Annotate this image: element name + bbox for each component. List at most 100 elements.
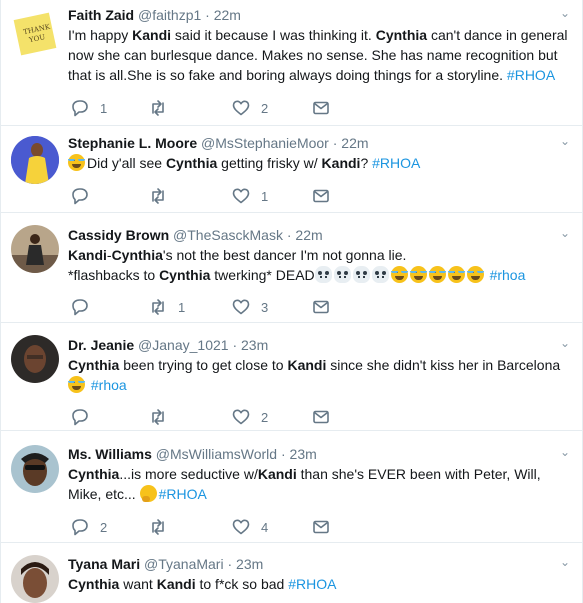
avatar[interactable]	[11, 335, 59, 383]
tweet[interactable]: Dr. Jeanie @Janay_1021 · 23m ⌄ Cynthia b…	[1, 323, 582, 431]
reply-icon	[72, 409, 88, 426]
highlighted-keyword: Kandi	[257, 466, 297, 482]
separator-dot: ·	[205, 7, 210, 23]
like-count: 3	[261, 299, 269, 315]
highlighted-keyword: Cynthia	[68, 576, 120, 592]
direct-message-button[interactable]	[311, 407, 331, 427]
display-name[interactable]: Dr. Jeanie	[68, 337, 134, 353]
reply-button[interactable]: 1	[70, 98, 107, 118]
like-button[interactable]: 4	[231, 517, 268, 537]
like-button[interactable]: 3	[231, 297, 268, 317]
tweet-text: Kandi-Cynthia's not the best dancer I'm …	[68, 245, 570, 285]
hashtag-link[interactable]: #RHOA	[507, 67, 555, 83]
chevron-down-icon[interactable]: ⌄	[560, 336, 570, 350]
display-name[interactable]: Tyana Mari	[68, 556, 140, 572]
direct-message-button[interactable]	[311, 98, 331, 118]
hashtag-link[interactable]: #RHOA	[372, 155, 420, 171]
retweet-button[interactable]	[148, 407, 178, 427]
like-count: 2	[261, 409, 269, 425]
timestamp[interactable]: 23m	[236, 556, 263, 572]
tears-of-joy-emoji-icon	[466, 266, 484, 283]
hashtag-link[interactable]: #rhoa	[91, 377, 127, 393]
timestamp[interactable]: 22m	[341, 135, 368, 151]
tweet-actions: 12	[68, 98, 348, 118]
avatar[interactable]	[11, 136, 59, 184]
display-name[interactable]: Stephanie L. Moore	[68, 135, 197, 151]
reply-button[interactable]	[70, 186, 100, 206]
chevron-down-icon[interactable]: ⌄	[560, 134, 570, 148]
timestamp[interactable]: 22m	[295, 227, 322, 243]
woman-selfie-avatar-icon	[11, 555, 59, 603]
text-segment: *flashbacks to	[68, 267, 160, 283]
tweet[interactable]: Stephanie L. Moore @MsStephanieMoor · 22…	[1, 126, 582, 213]
chevron-down-icon[interactable]: ⌄	[560, 6, 570, 20]
tweet-actions: 2	[68, 407, 348, 427]
display-name[interactable]: Cassidy Brown	[68, 227, 169, 243]
like-count: 4	[261, 519, 269, 535]
reply-button[interactable]	[70, 407, 100, 427]
reply-icon	[72, 519, 88, 536]
avatar[interactable]	[11, 555, 59, 603]
tears-of-joy-emoji-icon	[390, 266, 408, 283]
tweet-text: Cynthia been trying to get close to Kand…	[68, 355, 570, 395]
avatar[interactable]: THANK YOU	[11, 10, 59, 58]
like-icon	[232, 519, 250, 535]
like-button[interactable]: 1	[231, 186, 268, 206]
reply-button[interactable]: 2	[70, 517, 107, 537]
user-handle[interactable]: @MsStephanieMoor	[201, 135, 329, 151]
retweet-button[interactable]	[148, 186, 178, 206]
avatar[interactable]	[11, 445, 59, 493]
tweet-header: Faith Zaid @faithzp1 · 22m	[68, 6, 570, 24]
user-handle[interactable]: @TyanaMari	[144, 556, 224, 572]
like-button[interactable]: 2	[231, 98, 268, 118]
tweet[interactable]: Tyana Mari @TyanaMari · 23m ⌄ Cynthia wa…	[1, 543, 582, 603]
user-handle[interactable]: @MsWilliamsWorld	[156, 446, 277, 462]
tweet[interactable]: THANK YOU Faith Zaid @faithzp1 · 22m ⌄ I…	[1, 0, 582, 126]
retweet-button[interactable]	[148, 517, 178, 537]
reply-count: 2	[100, 519, 108, 535]
display-name[interactable]: Faith Zaid	[68, 7, 134, 23]
text-segment: twerking* DEAD	[210, 267, 315, 283]
avatar[interactable]	[11, 225, 59, 273]
text-segment: I'm happy	[68, 27, 133, 43]
text-segment: to f*ck so bad	[195, 576, 289, 592]
yellow-dress-avatar-icon	[11, 136, 59, 184]
hashtag-link[interactable]: #RHOA	[288, 576, 336, 592]
separator-dot: ·	[332, 135, 338, 151]
direct-message-button[interactable]	[311, 517, 331, 537]
like-button[interactable]: 2	[231, 407, 268, 427]
retweet-button[interactable]: 1	[148, 297, 185, 317]
chevron-down-icon[interactable]: ⌄	[560, 445, 570, 459]
chevron-down-icon[interactable]: ⌄	[560, 226, 570, 240]
tweet-header: Cassidy Brown @TheSasckMask · 22m	[68, 226, 570, 244]
timestamp[interactable]: 23m	[290, 446, 317, 462]
highlighted-keyword: Cynthia	[165, 155, 218, 171]
highlighted-keyword: Kandi	[68, 247, 107, 263]
tweet[interactable]: Cassidy Brown @TheSasckMask · 22m ⌄ Kand…	[1, 213, 582, 323]
direct-message-button[interactable]	[311, 297, 331, 317]
like-icon	[232, 100, 250, 116]
direct-message-icon	[313, 300, 329, 314]
highlighted-keyword: Cynthia	[68, 357, 120, 373]
user-handle[interactable]: @TheSasckMask	[173, 227, 283, 243]
tweet-actions: 1	[68, 186, 348, 206]
timestamp[interactable]: 22m	[214, 7, 241, 23]
hashtag-link[interactable]: #RHOA	[159, 486, 207, 502]
retweet-button[interactable]	[148, 98, 178, 118]
timestamp[interactable]: 23m	[241, 337, 268, 353]
display-name[interactable]: Ms. Williams	[68, 446, 152, 462]
tweet[interactable]: Ms. Williams @MsWilliamsWorld · 23m ⌄ Cy…	[1, 431, 582, 543]
text-segment: ?	[360, 155, 373, 171]
tweet-text: Cynthia...is more seductive w/Kandi than…	[68, 464, 570, 504]
retweet-icon	[152, 409, 164, 425]
chevron-down-icon[interactable]: ⌄	[560, 555, 570, 569]
woman-sunglasses-avatar-icon	[11, 445, 59, 493]
highlighted-keyword: Cynthia	[159, 267, 211, 283]
direct-message-button[interactable]	[311, 186, 331, 206]
user-handle[interactable]: @faithzp1	[138, 7, 201, 23]
retweet-icon	[152, 188, 164, 204]
user-handle[interactable]: @Janay_1021	[138, 337, 229, 353]
reply-button[interactable]	[70, 297, 100, 317]
hashtag-link[interactable]: #rhoa	[490, 267, 526, 283]
direct-message-icon	[313, 520, 329, 534]
